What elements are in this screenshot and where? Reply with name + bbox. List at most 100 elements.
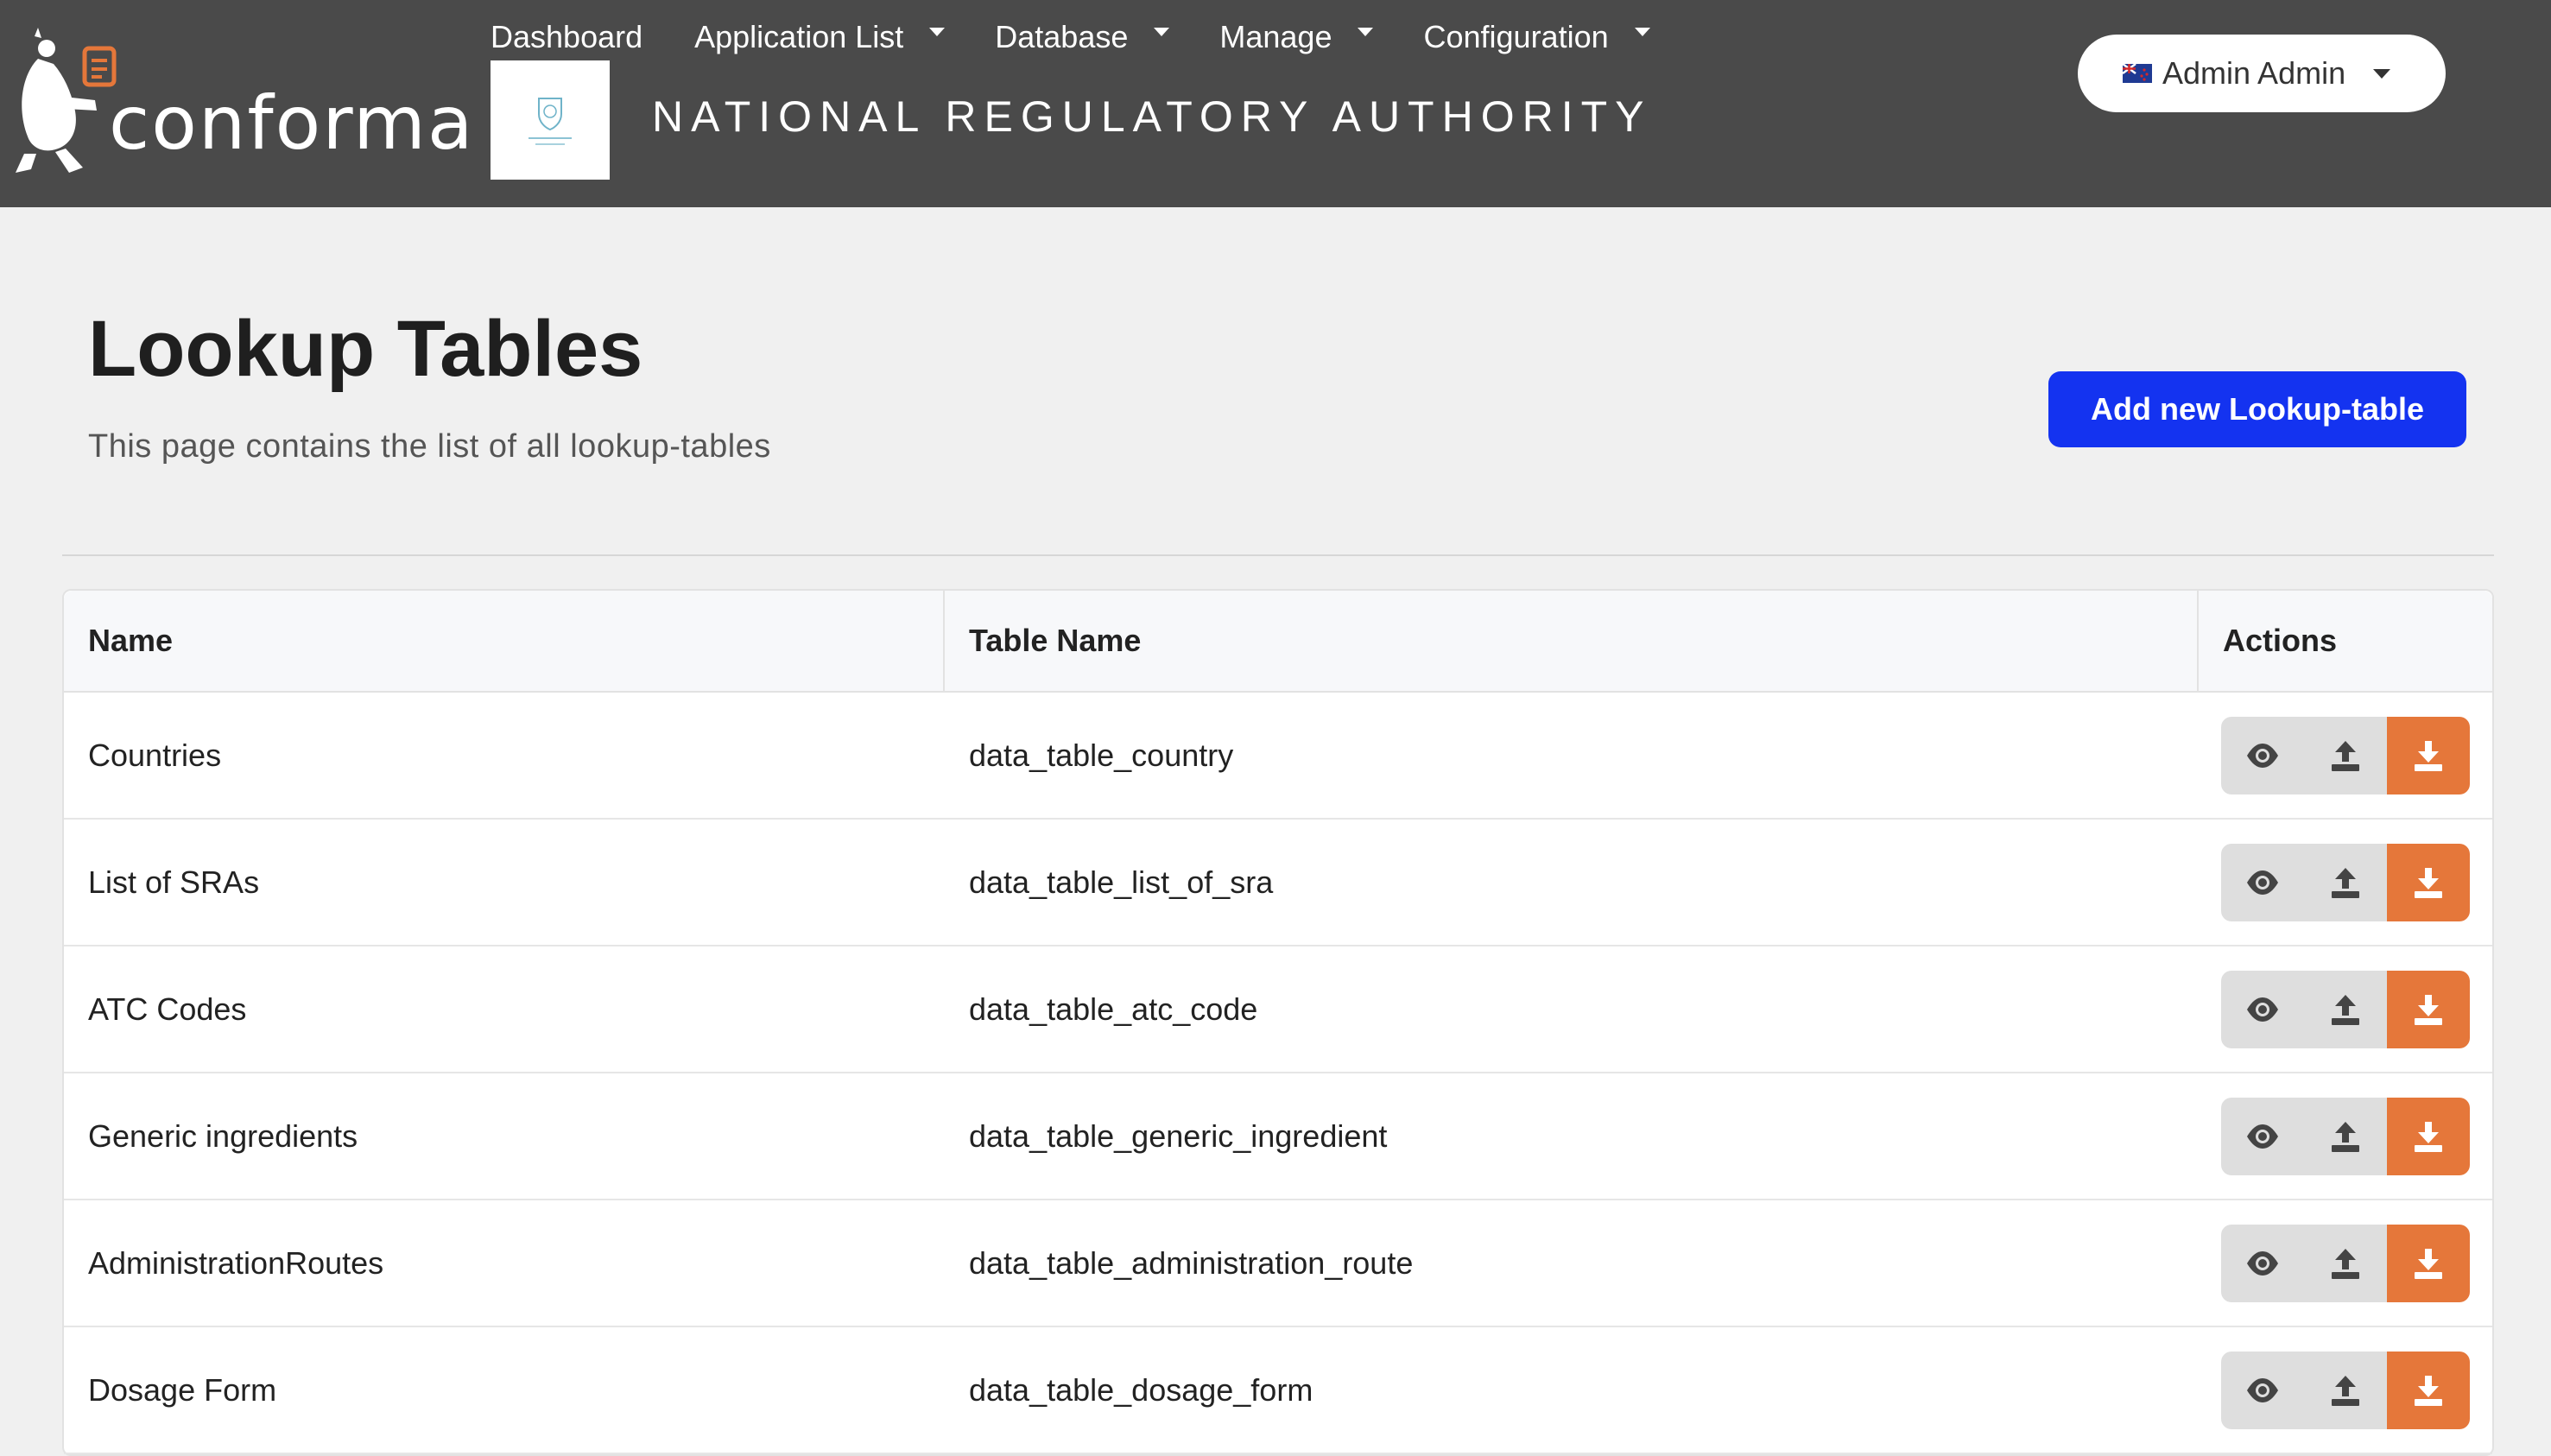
table-header: Name Table Name Actions: [64, 591, 2492, 693]
cell-actions: [2199, 820, 2492, 945]
shield-icon: [529, 98, 572, 145]
upload-icon: [2332, 1121, 2359, 1152]
table-row[interactable]: AdministrationRoutes data_table_administ…: [64, 1200, 2492, 1327]
brand-logo[interactable]: conforma: [12, 24, 473, 180]
organization-logo: [491, 60, 610, 180]
header-divider: [62, 554, 2494, 556]
view-button[interactable]: [2221, 970, 2304, 1048]
chevron-down-icon: [1358, 28, 1374, 36]
nav-database[interactable]: Database: [995, 19, 1170, 55]
chevron-down-icon: [1634, 28, 1650, 36]
row-action-group: [2221, 716, 2470, 794]
nav-manage-label: Manage: [1219, 19, 1332, 54]
cell-actions: [2199, 693, 2492, 818]
download-icon: [2415, 740, 2442, 771]
upload-button[interactable]: [2304, 843, 2387, 921]
user-name: Admin Admin: [2162, 55, 2346, 91]
cell-actions: [2199, 1200, 2492, 1326]
download-icon: [2415, 867, 2442, 898]
eye-icon: [2247, 1124, 2278, 1149]
upload-button[interactable]: [2304, 1351, 2387, 1429]
lookup-tables-table: Name Table Name Actions Countries data_t…: [62, 589, 2494, 1456]
eye-icon: [2247, 1250, 2278, 1276]
table-row[interactable]: Generic ingredients data_table_generic_i…: [64, 1073, 2492, 1200]
page-subtitle: This page contains the list of all looku…: [88, 428, 771, 465]
cell-name: Countries: [88, 737, 222, 773]
download-button[interactable]: [2387, 843, 2470, 921]
row-action-group: [2221, 1097, 2470, 1175]
cell-table-name: data_table_country: [969, 737, 1234, 773]
nav-configuration-label: Configuration: [1423, 19, 1609, 54]
top-navbar: conforma Dashboard Application List Data…: [0, 0, 2551, 207]
chevron-down-icon: [1154, 28, 1170, 36]
upload-button[interactable]: [2304, 716, 2387, 794]
table-row[interactable]: Countries data_table_country: [64, 693, 2492, 820]
table-row[interactable]: ATC Codes data_table_atc_code: [64, 946, 2492, 1073]
cell-actions: [2199, 1073, 2492, 1199]
cell-table-name: data_table_generic_ingredient: [969, 1117, 1388, 1154]
download-button[interactable]: [2387, 1224, 2470, 1302]
upload-button[interactable]: [2304, 1097, 2387, 1175]
upload-icon: [2332, 1248, 2359, 1279]
view-button[interactable]: [2221, 1097, 2304, 1175]
download-button[interactable]: [2387, 716, 2470, 794]
app-name: conforma: [109, 80, 475, 167]
view-button[interactable]: [2221, 716, 2304, 794]
user-menu-button[interactable]: Admin Admin: [2078, 35, 2446, 112]
chevron-down-icon: [2373, 68, 2391, 79]
flag-icon: [2123, 64, 2152, 83]
eye-icon: [2247, 997, 2278, 1022]
cell-table-name: data_table_list_of_sra: [969, 864, 1274, 900]
download-button[interactable]: [2387, 1097, 2470, 1175]
eye-icon: [2247, 870, 2278, 895]
view-button[interactable]: [2221, 843, 2304, 921]
nav-manage[interactable]: Manage: [1219, 19, 1374, 55]
column-header-name[interactable]: Name: [64, 591, 945, 691]
cell-name: List of SRAs: [88, 864, 260, 900]
column-header-table-name[interactable]: Table Name: [945, 591, 2199, 691]
row-action-group: [2221, 1224, 2470, 1302]
table-body: Countries data_table_country List of SRA…: [64, 693, 2492, 1454]
view-button[interactable]: [2221, 1351, 2304, 1429]
nav-dashboard[interactable]: Dashboard: [491, 19, 642, 55]
download-icon: [2415, 1248, 2442, 1279]
download-button[interactable]: [2387, 970, 2470, 1048]
cell-table-name: data_table_administration_route: [969, 1244, 1414, 1281]
cell-actions: [2199, 946, 2492, 1072]
eye-icon: [2247, 743, 2278, 768]
cell-name: Dosage Form: [88, 1371, 277, 1408]
cell-name: ATC Codes: [88, 991, 247, 1027]
mascot-icon: [16, 28, 117, 173]
upload-icon: [2332, 994, 2359, 1025]
organization-name: NATIONAL REGULATORY AUTHORITY: [652, 92, 1652, 141]
main-nav: Dashboard Application List Database Mana…: [491, 16, 1650, 59]
download-icon: [2415, 994, 2442, 1025]
page-title: Lookup Tables: [88, 305, 643, 393]
cell-table-name: data_table_dosage_form: [969, 1371, 1313, 1408]
nav-dashboard-label: Dashboard: [491, 19, 643, 54]
chevron-down-icon: [929, 28, 946, 36]
upload-button[interactable]: [2304, 1224, 2387, 1302]
nav-database-label: Database: [995, 19, 1129, 54]
table-row[interactable]: Dosage Form data_table_dosage_form: [64, 1327, 2492, 1454]
row-action-group: [2221, 970, 2470, 1048]
download-button[interactable]: [2387, 1351, 2470, 1429]
download-icon: [2415, 1375, 2442, 1406]
nav-application-list[interactable]: Application List: [694, 19, 946, 55]
view-button[interactable]: [2221, 1224, 2304, 1302]
table-row[interactable]: List of SRAs data_table_list_of_sra: [64, 820, 2492, 946]
cell-name: Generic ingredients: [88, 1117, 358, 1154]
download-icon: [2415, 1121, 2442, 1152]
cell-name: AdministrationRoutes: [88, 1244, 384, 1281]
upload-icon: [2332, 1375, 2359, 1406]
row-action-group: [2221, 843, 2470, 921]
eye-icon: [2247, 1377, 2278, 1402]
upload-icon: [2332, 740, 2359, 771]
nav-application-list-label: Application List: [694, 19, 904, 54]
add-lookup-table-button[interactable]: Add new Lookup-table: [2048, 371, 2466, 447]
upload-icon: [2332, 867, 2359, 898]
nav-configuration[interactable]: Configuration: [1423, 19, 1650, 55]
upload-button[interactable]: [2304, 970, 2387, 1048]
cell-actions: [2199, 1327, 2492, 1453]
row-action-group: [2221, 1351, 2470, 1429]
